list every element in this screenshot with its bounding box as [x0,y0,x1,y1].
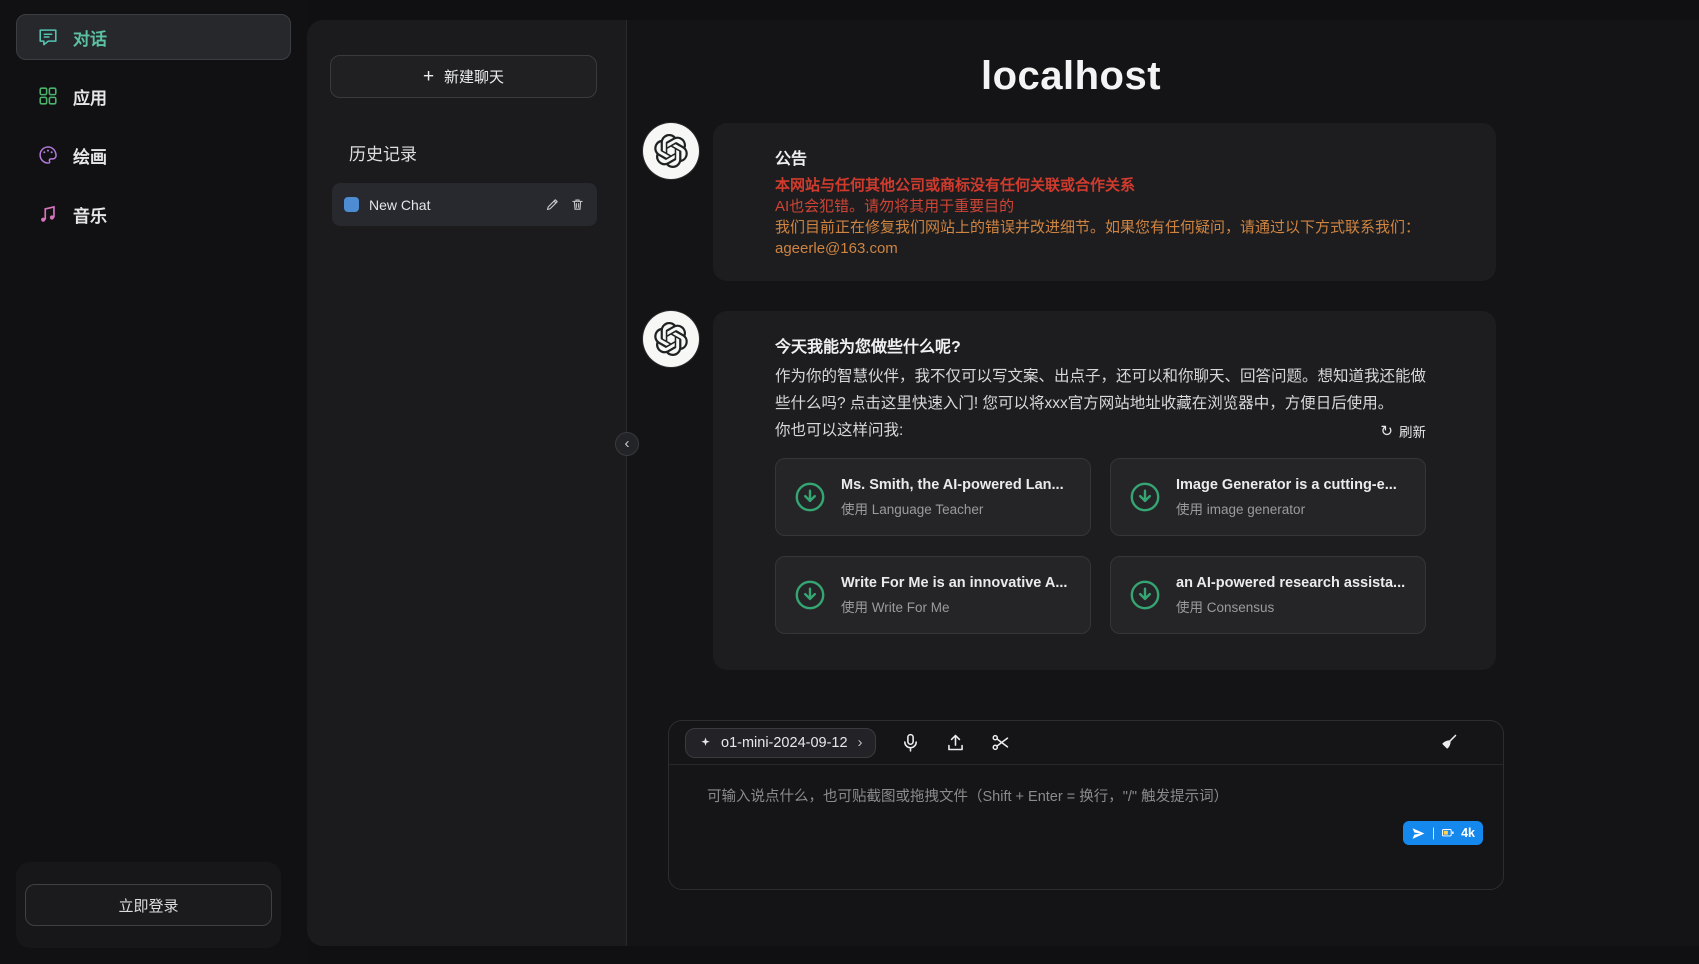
sidebar-item-label: 应用 [73,84,107,109]
chat-list-panel: + 新建聊天 历史记录 New Chat [307,20,627,946]
circle-arrow-down-icon [1127,577,1163,613]
chat-item-title: New Chat [369,197,535,213]
composer: o1-mini-2024-09-12 › [668,720,1504,890]
suggestion-subtitle: 使用 Language Teacher [841,498,1064,518]
suggestion-title: Ms. Smith, the AI-powered Lan... [841,477,1064,493]
app-root: 对话 应用 绘画 音乐 立即登录 + [0,0,1699,964]
announcement-line: AI也会犯错。请勿将其用于重要目的 [775,196,1426,217]
history-title: 历史记录 [349,140,626,165]
sidebar-item-label: 绘画 [73,143,107,168]
collapse-sidebar-button[interactable]: ‹ [615,432,639,456]
message-input[interactable] [669,765,1503,889]
sidebar-item-label: 音乐 [73,202,107,227]
contact-email-link[interactable]: ageerle@163.com [775,238,898,259]
suggestion-grid: Ms. Smith, the AI-powered Lan... 使用 Lang… [775,458,1426,634]
model-name: o1-mini-2024-09-12 [721,735,848,751]
suggestion-subtitle: 使用 Consensus [1176,596,1405,616]
refresh-button[interactable]: ↻ 刷新 [1380,421,1426,441]
microphone-button[interactable] [900,732,921,753]
token-count: 4k [1461,826,1475,840]
message-welcome: 今天我能为您做些什么呢? 作为你的智慧伙伴，我不仅可以写文案、出点子，还可以和你… [643,311,1496,670]
sidebar-item-label: 对话 [73,25,107,50]
content-window: + 新建聊天 历史记录 New Chat ‹ localhos [307,20,1699,946]
suggestion-title: Write For Me is an innovative A... [841,575,1067,591]
refresh-icon: ↻ [1380,422,1393,440]
chat-item-actions [545,197,585,212]
chat-main: ‹ localhost 公告 本网站与任何其他公司或商标没有任何关联或合作关系 … [627,20,1699,946]
chat-item-icon [344,197,359,212]
suggestion-subtitle: 使用 Write For Me [841,596,1067,616]
suggestion-card[interactable]: Ms. Smith, the AI-powered Lan... 使用 Lang… [775,458,1091,536]
refresh-label: 刷新 [1399,421,1426,441]
sidebar-item-paint[interactable]: 绘画 [16,132,291,178]
suggestion-card[interactable]: an AI-powered research assista... 使用 Con… [1110,556,1426,634]
chat-list-item[interactable]: New Chat [332,183,597,226]
welcome-bubble: 今天我能为您做些什么呢? 作为你的智慧伙伴，我不仅可以写文案、出点子，还可以和你… [713,311,1496,670]
token-battery-icon [1441,826,1455,840]
new-chat-label: 新建聊天 [444,66,504,87]
suggestion-card[interactable]: Image Generator is a cutting-e... 使用 ima… [1110,458,1426,536]
upload-button[interactable] [945,732,966,753]
openai-logo-icon [654,322,688,356]
new-chat-button[interactable]: + 新建聊天 [330,55,597,98]
sidebar-item-music[interactable]: 音乐 [16,191,291,237]
sidebar-item-apps[interactable]: 应用 [16,73,291,119]
message-announcement: 公告 本网站与任何其他公司或商标没有任何关联或合作关系 AI也会犯错。请勿将其用… [643,123,1496,281]
suggestion-card[interactable]: Write For Me is an innovative A... 使用 Wr… [775,556,1091,634]
plus-icon: + [423,67,434,86]
music-note-icon [37,203,59,225]
sidebar-item-chat[interactable]: 对话 [16,14,291,60]
ask-hint: 你也可以这样问我: [775,417,903,444]
login-button[interactable]: 立即登录 [25,884,272,926]
suggestion-title: Image Generator is a cutting-e... [1176,477,1397,493]
clear-context-button[interactable] [1438,732,1459,753]
delete-chat-button[interactable] [570,197,585,212]
welcome-body: 作为你的智慧伙伴，我不仅可以写文案、出点子，还可以和你聊天、回答问题。想知道我还… [775,363,1426,417]
page-title: localhost [643,54,1499,99]
hint-row: 你也可以这样问我: ↻ 刷新 [775,417,1426,444]
suggestion-title: an AI-powered research assista... [1176,575,1405,591]
sidebar: 对话 应用 绘画 音乐 立即登录 [0,0,307,964]
welcome-title: 今天我能为您做些什么呢? [775,333,1426,357]
suggestion-subtitle: 使用 image generator [1176,498,1397,518]
circle-arrow-down-icon [792,577,828,613]
model-selector[interactable]: o1-mini-2024-09-12 › [685,728,876,758]
announcement-title: 公告 [775,145,1426,169]
send-button[interactable]: | 4k [1403,821,1483,845]
circle-arrow-down-icon [1127,479,1163,515]
announcement-line: 本网站与任何其他公司或商标没有任何关联或合作关系 [775,175,1426,196]
edit-chat-button[interactable] [545,197,560,212]
composer-toolbar: o1-mini-2024-09-12 › [669,721,1503,765]
chat-bubble-icon [37,26,59,48]
circle-arrow-down-icon [792,479,828,515]
login-panel: 立即登录 [16,862,281,948]
openai-logo-icon [654,134,688,168]
apps-grid-icon [37,85,59,107]
assistant-avatar [643,123,699,179]
announcement-bubble: 公告 本网站与任何其他公司或商标没有任何关联或合作关系 AI也会犯错。请勿将其用… [713,123,1496,281]
scissors-button[interactable] [990,732,1011,753]
message-list: 公告 本网站与任何其他公司或商标没有任何关联或合作关系 AI也会犯错。请勿将其用… [627,99,1699,700]
chevron-right-icon: › [858,734,863,751]
send-icon [1411,826,1426,841]
assistant-avatar [643,311,699,367]
pill-divider: | [1432,826,1435,840]
palette-icon [37,144,59,166]
sparkle-icon [698,735,713,750]
announcement-line: 我们目前正在修复我们网站上的错误并改进细节。如果您有任何疑问，请通过以下方式联系… [775,217,1426,238]
